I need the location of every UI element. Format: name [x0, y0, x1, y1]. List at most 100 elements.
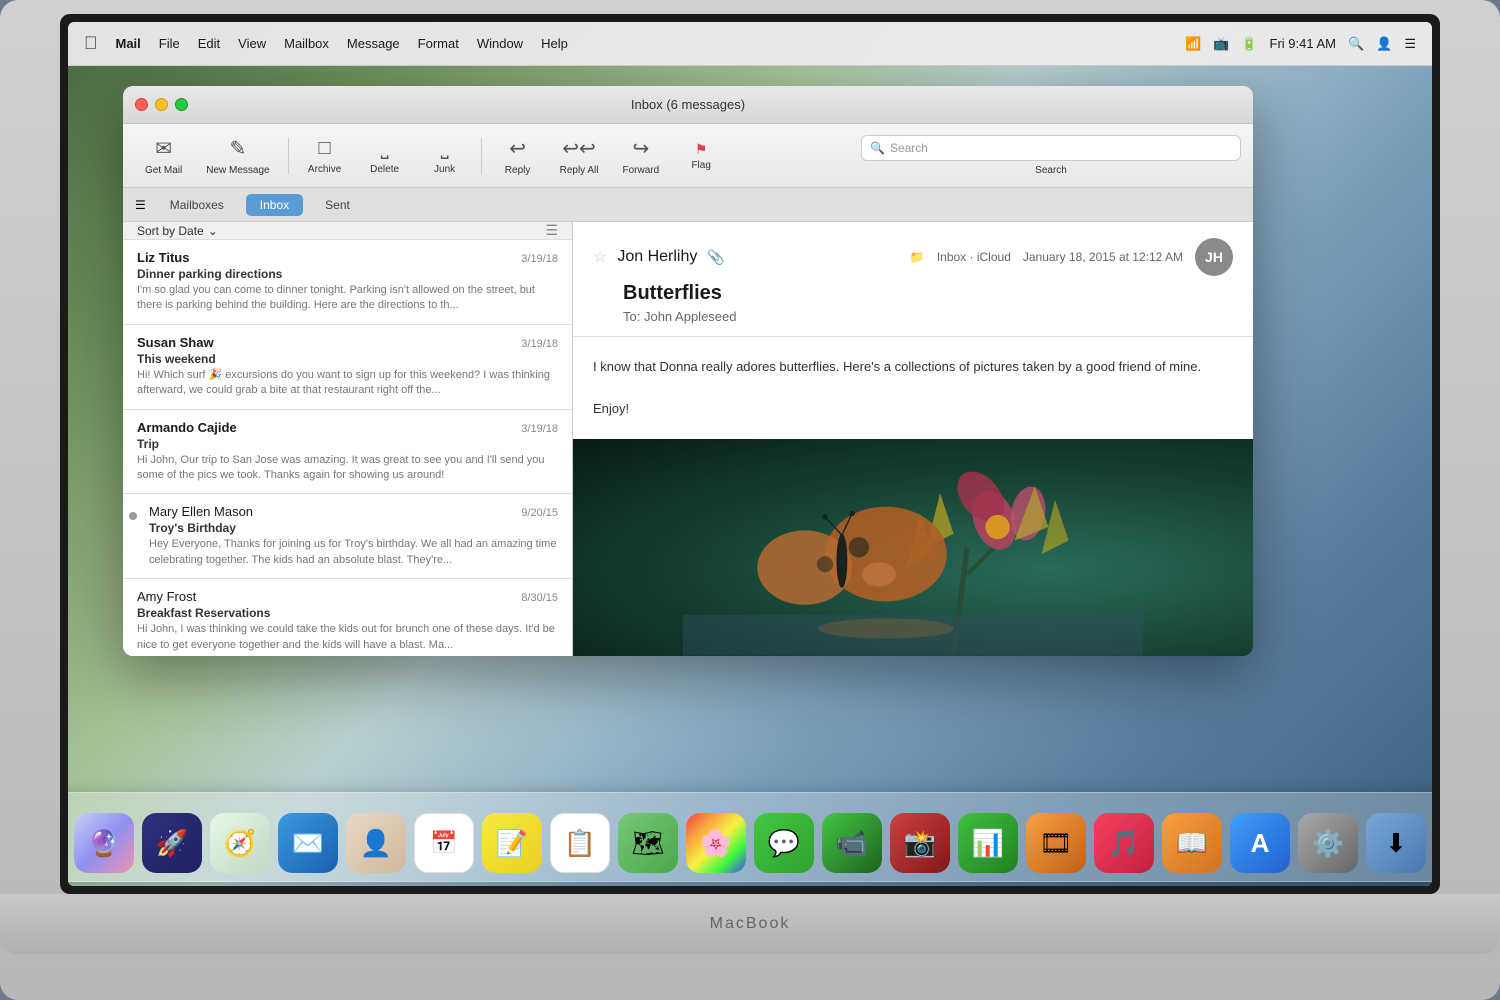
- close-button[interactable]: [135, 98, 148, 111]
- email-subject: Dinner parking directions: [137, 267, 558, 281]
- tab-sent[interactable]: Sent: [311, 194, 364, 216]
- screen:  Mail File Edit View Mailbox Message Fo…: [68, 22, 1432, 886]
- minimize-button[interactable]: [155, 98, 168, 111]
- flag-label: Flag: [691, 160, 710, 171]
- dock-item-calendar[interactable]: 📅: [414, 813, 474, 873]
- menubar-mailbox[interactable]: Mailbox: [284, 36, 329, 51]
- dock-item-books[interactable]: 📖: [1162, 813, 1222, 873]
- user-icon[interactable]: 👤: [1376, 36, 1392, 52]
- dock-item-notes[interactable]: 📝: [482, 813, 542, 873]
- dock-item-contacts[interactable]: 👤: [346, 813, 406, 873]
- menubar-format[interactable]: Format: [418, 36, 459, 51]
- menubar-help[interactable]: Help: [541, 36, 568, 51]
- email-image: [573, 439, 1253, 656]
- to-address: John Appleseed: [644, 309, 737, 324]
- reminders-icon: 📋: [564, 828, 596, 859]
- macbook-shell:  Mail File Edit View Mailbox Message Fo…: [0, 0, 1500, 1000]
- downloads-icon: ⬇: [1385, 828, 1407, 859]
- maximize-button[interactable]: [175, 98, 188, 111]
- title-bar: Inbox (6 messages): [123, 86, 1253, 124]
- star-button[interactable]: ☆: [593, 247, 607, 267]
- dock-item-siri[interactable]: 🔮: [74, 813, 134, 873]
- email-sender: Susan Shaw: [137, 335, 214, 350]
- menubar-mail[interactable]: Mail: [116, 36, 141, 51]
- dock-item-downloads[interactable]: ⬇: [1366, 813, 1426, 873]
- list-icon[interactable]: ☰: [1404, 36, 1416, 52]
- dock-item-music[interactable]: 🎵: [1094, 813, 1154, 873]
- menubar-message[interactable]: Message: [347, 36, 400, 51]
- email-detail-header: ☆ Jon Herlihy 📎 📁 Inbox · iCloud January…: [573, 222, 1253, 337]
- archive-button[interactable]: □ Archive: [297, 131, 353, 181]
- email-date: 8/30/15: [521, 592, 558, 604]
- email-item[interactable]: Liz Titus 3/19/18 Dinner parking directi…: [123, 240, 572, 325]
- search-bar-icon: 🔍: [870, 141, 885, 155]
- dock-item-appstore[interactable]: A: [1230, 813, 1290, 873]
- menubar-file[interactable]: File: [159, 36, 180, 51]
- search-icon[interactable]: 🔍: [1348, 36, 1364, 52]
- music-icon: 🎵: [1108, 828, 1140, 859]
- menubar-edit[interactable]: Edit: [198, 36, 220, 51]
- tab-mailboxes[interactable]: Mailboxes: [156, 194, 238, 216]
- email-item[interactable]: Amy Frost 8/30/15 Breakfast Reservations…: [123, 579, 572, 656]
- email-sender: Liz Titus: [137, 250, 189, 265]
- archive-icon: □: [319, 137, 331, 160]
- tab-inbox[interactable]: Inbox: [246, 194, 303, 216]
- reply-all-button[interactable]: ↩↩ Reply All: [550, 130, 609, 182]
- menubar-window[interactable]: Window: [477, 36, 523, 51]
- apple-menu[interactable]: : [84, 33, 98, 54]
- dock-item-reminders[interactable]: 📋: [550, 813, 610, 873]
- delete-label: Delete: [370, 164, 399, 175]
- dock-item-messages[interactable]: 💬: [754, 813, 814, 873]
- numbers-icon: 📊: [972, 828, 1004, 859]
- search-input[interactable]: Search: [890, 141, 1232, 155]
- mail-toolbar: ✉ Get Mail ✎ New Message □ Archive: [123, 124, 1253, 188]
- mailboxes-tab-icon: ☰: [135, 198, 146, 212]
- dock-item-mail[interactable]: ✉️: [278, 813, 338, 873]
- dock-item-numbers[interactable]: 📊: [958, 813, 1018, 873]
- dock-item-photos[interactable]: 🌸: [686, 813, 746, 873]
- contacts-icon: 👤: [360, 828, 392, 859]
- dock-item-keynote[interactable]: 🎞: [1026, 813, 1086, 873]
- safari-icon: 🧭: [224, 828, 256, 859]
- dock-item-maps[interactable]: 🗺: [618, 813, 678, 873]
- new-message-label: New Message: [206, 165, 269, 176]
- sort-by-date-button[interactable]: Sort by Date ⌄: [137, 224, 218, 238]
- email-date: 9/20/15: [521, 507, 558, 519]
- get-mail-button[interactable]: ✉ Get Mail: [135, 130, 192, 182]
- search-bar[interactable]: 🔍 Search: [861, 135, 1241, 161]
- dock-item-photobooth[interactable]: 📸: [890, 813, 950, 873]
- email-subject: Breakfast Reservations: [137, 606, 558, 620]
- email-item[interactable]: Susan Shaw 3/19/18 This weekend Hi! Whic…: [123, 325, 572, 410]
- window-title: Inbox (6 messages): [631, 97, 745, 112]
- email-item[interactable]: Armando Cajide 3/19/18 Trip Hi John, Our…: [123, 410, 572, 495]
- dock-item-settings[interactable]: ⚙️: [1298, 813, 1358, 873]
- forward-button[interactable]: ↪ Forward: [613, 130, 670, 182]
- reply-button[interactable]: ↩ Reply: [490, 130, 546, 182]
- reply-all-label: Reply All: [560, 165, 599, 176]
- dock-item-launchpad[interactable]: 🚀: [142, 813, 202, 873]
- keynote-icon: 🎞: [1039, 828, 1072, 859]
- dock-item-facetime[interactable]: 📹: [822, 813, 882, 873]
- email-item[interactable]: Mary Ellen Mason 9/20/15 Troy's Birthday…: [123, 494, 572, 579]
- appstore-icon: A: [1251, 828, 1270, 859]
- email-preview: Hey Everyone, Thanks for joining us for …: [137, 537, 558, 568]
- junk-label: Junk: [434, 164, 455, 175]
- folder-icon: 📁: [910, 250, 925, 264]
- email-body-line2: Enjoy!: [593, 399, 1233, 420]
- email-item-header: Amy Frost 8/30/15: [137, 589, 558, 604]
- email-location: Inbox · iCloud: [937, 250, 1011, 264]
- email-meta-row: ☆ Jon Herlihy 📎 📁 Inbox · iCloud January…: [593, 238, 1233, 276]
- maps-icon: 🗺: [631, 828, 664, 859]
- menubar-view[interactable]: View: [238, 36, 266, 51]
- junk-button[interactable]: ⎵ Junk: [417, 131, 473, 181]
- menubar-right: 📶 📺 🔋 Fri 9:41 AM 🔍 👤 ☰: [1185, 36, 1416, 52]
- dock-item-safari[interactable]: 🧭: [210, 813, 270, 873]
- new-message-button[interactable]: ✎ New Message: [196, 130, 279, 182]
- email-item-header: Liz Titus 3/19/18: [137, 250, 558, 265]
- email-preview: Hi John, I was thinking we could take th…: [137, 622, 558, 653]
- delete-button[interactable]: ⎵ Delete: [357, 131, 413, 181]
- filter-icon[interactable]: ☰: [545, 222, 558, 239]
- battery-icon: 🔋: [1241, 36, 1257, 52]
- flag-button[interactable]: ⚑ Flag: [673, 135, 729, 177]
- macbook-bottom: MacBook: [0, 894, 1500, 954]
